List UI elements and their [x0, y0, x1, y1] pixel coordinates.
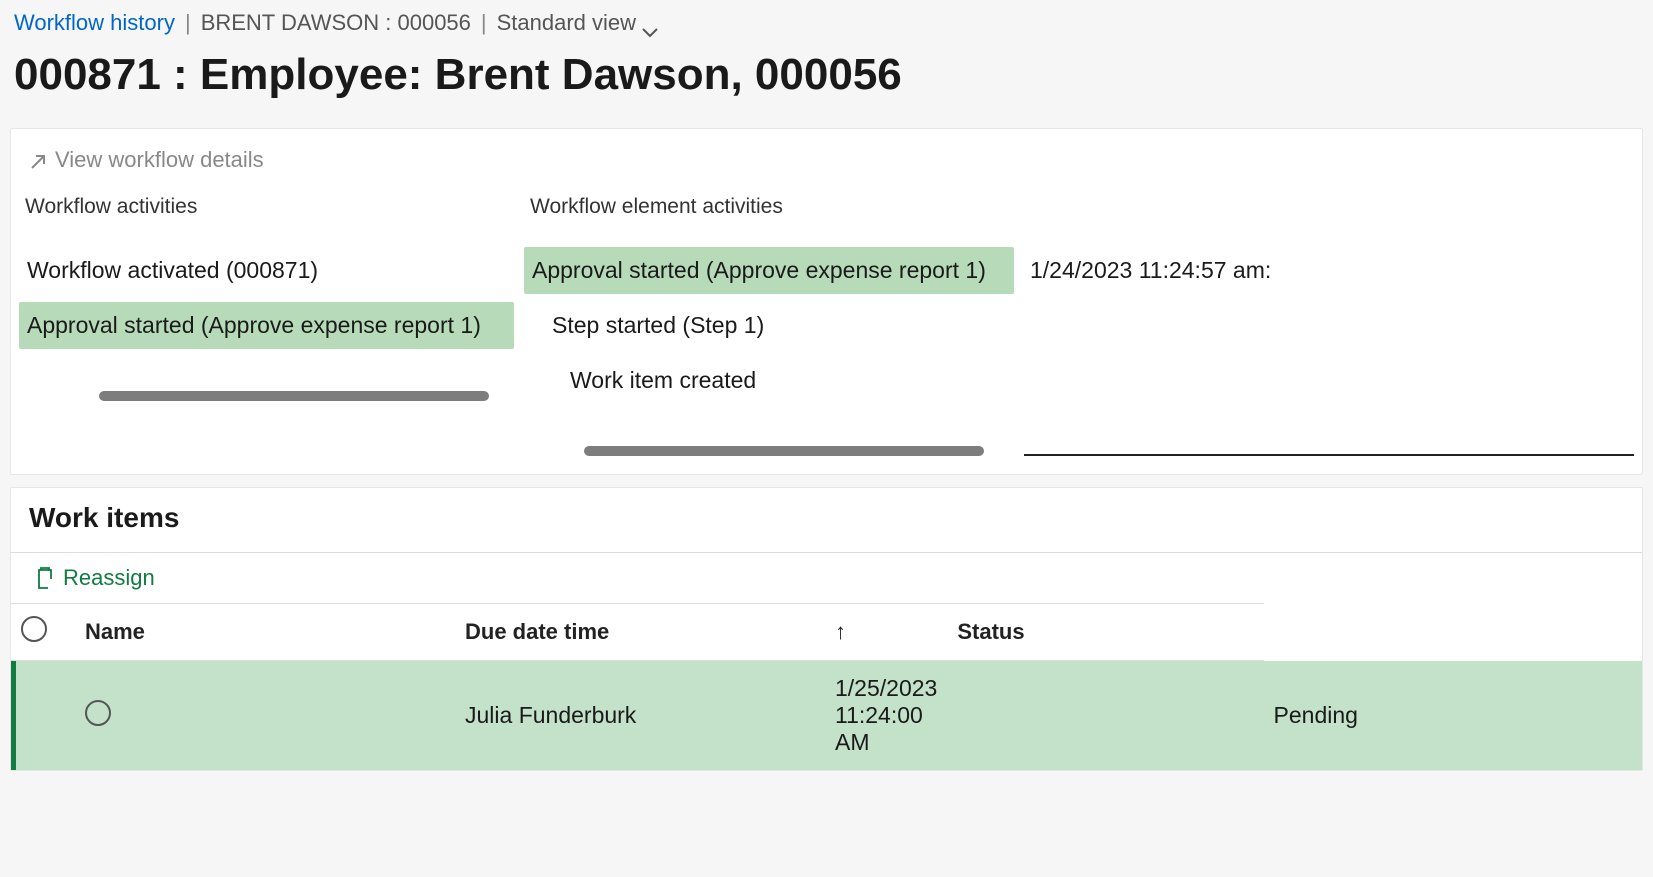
cell-name: Julia Funderburk	[455, 661, 825, 771]
view-workflow-details-link[interactable]: View workflow details	[19, 141, 272, 195]
separator: |	[481, 10, 487, 36]
work-items-toolbar: Reassign	[11, 553, 1642, 603]
work-items-card: Work items Reassign Name Due date time ↑…	[10, 487, 1643, 771]
sort-indicator[interactable]: ↑	[825, 604, 947, 661]
activity-timestamp: 1/24/2023 11:24:57 am:	[1024, 247, 1634, 294]
breadcrumb-record: BRENT DAWSON : 000056	[201, 10, 471, 36]
column-header-status[interactable]: Status	[947, 604, 1263, 661]
select-all-circle[interactable]	[21, 616, 47, 642]
breadcrumb-link-workflow-history[interactable]: Workflow history	[14, 10, 175, 36]
workflow-activities-column: Workflow activities Workflow activated (…	[19, 195, 514, 466]
view-selector-label: Standard view	[497, 10, 636, 36]
cell-status: Pending	[1264, 661, 1642, 771]
reassign-button[interactable]: Reassign	[35, 565, 155, 591]
row-select-circle[interactable]	[85, 700, 111, 726]
cell-due: 1/25/2023 11:24:00 AM	[825, 661, 947, 771]
work-items-table: Name Due date time ↑ Status Julia Funder…	[11, 603, 1642, 770]
view-selector[interactable]: Standard view	[497, 10, 658, 36]
horizontal-scrollbar[interactable]	[584, 446, 984, 456]
element-activity-item[interactable]: Step started (Step 1)	[524, 302, 1014, 349]
activity-detail-input[interactable]	[1024, 424, 1634, 456]
column-header-due[interactable]: Due date time	[455, 604, 825, 661]
reassign-label: Reassign	[63, 565, 155, 591]
breadcrumb: Workflow history | BRENT DAWSON : 000056…	[14, 10, 1639, 50]
work-items-title: Work items	[11, 502, 1642, 553]
workflow-element-activities-column: Workflow element activities Approval sta…	[524, 195, 1014, 466]
column-header-name[interactable]: Name	[75, 604, 455, 661]
separator: |	[185, 10, 191, 36]
element-activity-selected[interactable]: Approval started (Approve expense report…	[524, 247, 1014, 294]
element-activity-item[interactable]: Work item created	[524, 357, 1014, 404]
workflow-details-card: View workflow details Workflow activitie…	[10, 128, 1643, 475]
spacer	[1024, 195, 1634, 247]
table-row[interactable]: Julia Funderburk 1/25/2023 11:24:00 AM P…	[11, 661, 1642, 771]
workflow-detail-column: 1/24/2023 11:24:57 am:	[1024, 195, 1634, 466]
chevron-down-icon	[642, 18, 658, 28]
clipboard-icon	[35, 567, 55, 589]
column-header-select[interactable]	[11, 604, 75, 661]
arrow-up-icon: ↑	[835, 619, 846, 644]
horizontal-scrollbar[interactable]	[99, 391, 489, 401]
workflow-element-activities-header: Workflow element activities	[524, 195, 1014, 247]
page-title: 000871 : Employee: Brent Dawson, 000056	[14, 50, 1639, 118]
workflow-activities-header: Workflow activities	[19, 195, 514, 247]
arrow-up-right-icon	[29, 151, 47, 169]
view-details-label: View workflow details	[55, 147, 264, 173]
activity-item[interactable]: Workflow activated (000871)	[19, 247, 514, 294]
activity-item-selected[interactable]: Approval started (Approve expense report…	[19, 302, 514, 349]
